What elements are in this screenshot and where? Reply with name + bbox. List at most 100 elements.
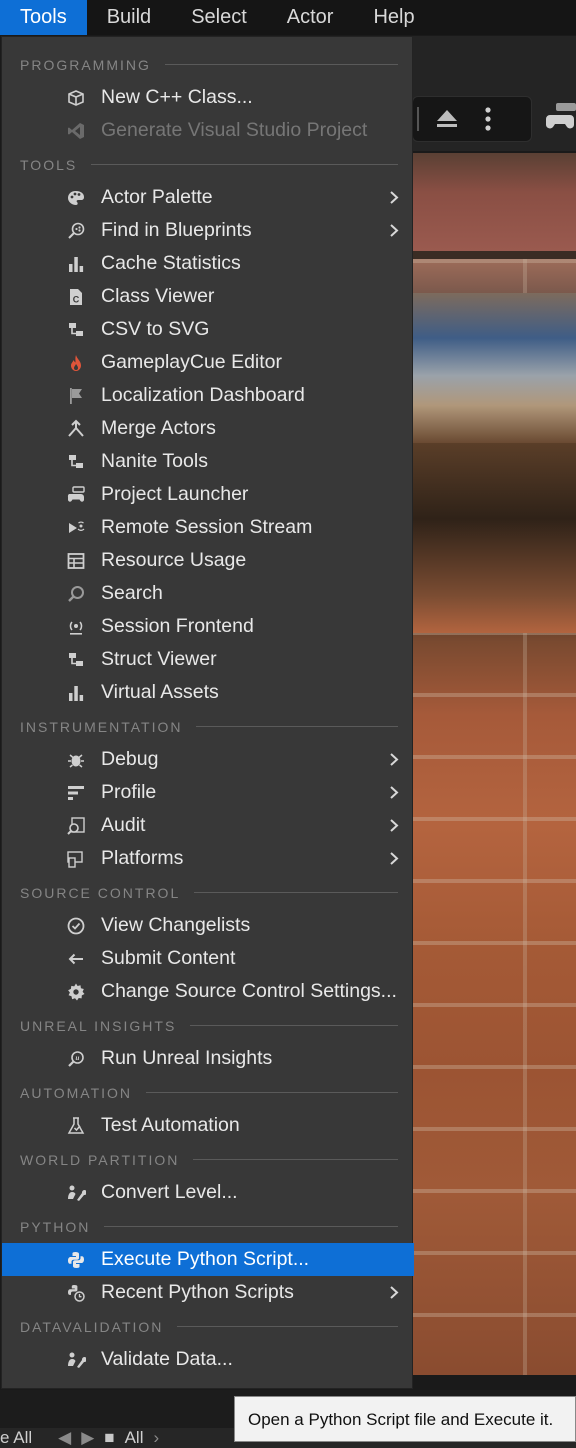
menu-item-validate-data[interactable]: Validate Data... [2,1343,414,1376]
section-world-partition: WORLD PARTITION [2,1143,414,1176]
level-viewport[interactable] [413,153,576,1375]
menu-item-cache-statistics[interactable]: Cache Statistics [2,247,414,280]
menu-item-search[interactable]: Search [2,577,414,610]
menu-item-label: Class Viewer [101,285,215,307]
section-source-control: SOURCE CONTROL [2,876,414,909]
path-chevron-icon[interactable]: › [153,1428,159,1448]
menu-help[interactable]: Help [353,0,434,35]
svg-text:u: u [76,1054,80,1062]
flag-icon [65,385,87,407]
section-label: TOOLS [20,156,78,173]
section-divider [164,64,398,65]
toolbar-button-group [412,96,532,142]
menu-item-label: Change Source Control Settings... [101,980,397,1002]
menu-tools[interactable]: Tools [0,0,87,35]
section-instrumentation: INSTRUMENTATION [2,710,414,743]
wrench-person-icon [65,1182,87,1204]
path-all[interactable]: All [125,1428,144,1448]
back-icon[interactable]: ◀ [58,1428,71,1448]
menu-item-label: Project Launcher [101,483,249,505]
menu-item-label: Struct Viewer [101,648,217,670]
viewport-window [413,293,576,443]
forward-icon[interactable]: ▶ [81,1428,94,1448]
menu-item-remote-session-stream[interactable]: Remote Session Stream [2,511,414,544]
menu-item-localization-dashboard[interactable]: Localization Dashboard [2,379,414,412]
menu-item-platforms[interactable]: Platforms [2,842,414,875]
menu-build[interactable]: Build [87,0,171,35]
menu-item-submit-content[interactable]: Submit Content [2,942,414,975]
menu-item-label: Submit Content [101,947,236,969]
menu-item-actor-palette[interactable]: Actor Palette [2,181,414,214]
menu-item-label: Virtual Assets [101,681,219,703]
menubar: Tools Build Select Actor Help [0,0,576,35]
menu-item-generate-vs-project[interactable]: Generate Visual Studio Project [2,114,414,147]
menu-item-change-source-control-settings[interactable]: Change Source Control Settings... [2,975,414,1008]
menu-item-convert-level[interactable]: Convert Level... [2,1176,414,1209]
table-icon [65,550,87,572]
section-python: PYTHON [2,1210,414,1243]
section-label: DATAVALIDATION [20,1318,164,1335]
profile-bars-icon [65,782,87,804]
folder-icon[interactable]: ■ [104,1428,114,1448]
menu-actor[interactable]: Actor [267,0,354,35]
search-icon [65,583,87,605]
menu-select[interactable]: Select [171,0,267,35]
platforms-icon [65,848,87,870]
tooltip: Open a Python Script file and Execute it… [234,1396,576,1442]
submenu-arrow-icon [390,1286,399,1299]
menu-item-project-launcher[interactable]: Project Launcher [2,478,414,511]
find-in-blueprints-icon [65,220,87,242]
menu-item-test-automation[interactable]: Test Automation [2,1109,414,1142]
gear-icon [65,981,87,1003]
visual-studio-icon [65,120,87,142]
merge-icon [65,418,87,440]
hierarchy-icon [65,319,87,341]
menu-item-recent-python-scripts[interactable]: Recent Python Scripts [2,1276,414,1309]
menu-item-run-unreal-insights[interactable]: u Run Unreal Insights [2,1042,414,1075]
viewport-shadow [413,443,576,633]
menu-item-session-frontend[interactable]: Session Frontend [2,610,414,643]
menu-item-class-viewer[interactable]: C Class Viewer [2,280,414,313]
menu-item-gameplaycue-editor[interactable]: GameplayCue Editor [2,346,414,379]
menu-item-audit[interactable]: Audit [2,809,414,842]
menu-item-nanite-tools[interactable]: Nanite Tools [2,445,414,478]
menu-item-label: Test Automation [101,1114,240,1136]
menu-item-debug[interactable]: Debug [2,743,414,776]
gamepad-icon[interactable] [544,103,576,133]
menu-item-label: View Changelists [101,914,251,936]
menu-item-label: Session Frontend [101,615,254,637]
menu-item-label: Recent Python Scripts [101,1281,294,1303]
section-divider [177,1326,398,1327]
unreal-insights-icon: u [65,1048,87,1070]
menu-item-csv-to-svg[interactable]: CSV to SVG [2,313,414,346]
section-automation: AUTOMATION [2,1076,414,1109]
submenu-arrow-icon [390,191,399,204]
menu-item-label: Find in Blueprints [101,219,252,241]
hierarchy-icon [65,451,87,473]
menu-item-merge-actors[interactable]: Merge Actors [2,412,414,445]
menu-item-virtual-assets[interactable]: Virtual Assets [2,676,414,709]
menu-item-resource-usage[interactable]: Resource Usage [2,544,414,577]
section-divider [91,164,398,165]
menu-item-label: Nanite Tools [101,450,208,472]
more-options-icon[interactable] [473,97,503,141]
save-all-button[interactable]: e All [0,1428,32,1448]
menu-item-struct-viewer[interactable]: Struct Viewer [2,643,414,676]
menu-item-new-cpp-class[interactable]: New C++ Class... [2,81,414,114]
bar-chart-icon [65,682,87,704]
menu-item-execute-python-script[interactable]: Execute Python Script... [2,1243,414,1276]
section-label: AUTOMATION [20,1084,133,1101]
section-label: UNREAL INSIGHTS [20,1017,177,1034]
python-recent-icon [65,1282,87,1304]
menu-item-label: New C++ Class... [101,86,253,108]
eject-icon[interactable] [429,97,465,141]
toolbar-divider [413,97,425,141]
audit-icon [65,815,87,837]
menu-item-profile[interactable]: Profile [2,776,414,809]
menu-item-label: Search [101,582,163,604]
section-label: PROGRAMMING [20,56,151,73]
menu-item-view-changelists[interactable]: View Changelists [2,909,414,942]
section-divider [104,1226,398,1227]
flask-icon [65,1115,87,1137]
menu-item-find-in-blueprints[interactable]: Find in Blueprints [2,214,414,247]
